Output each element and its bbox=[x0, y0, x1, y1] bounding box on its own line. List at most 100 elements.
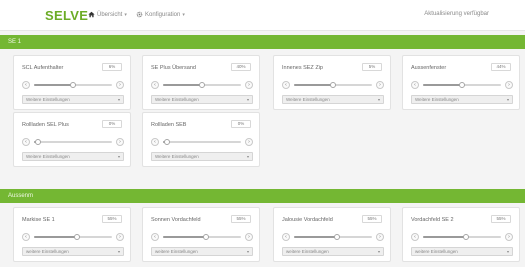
brand-logo[interactable]: SELVE bbox=[45, 8, 88, 23]
slider-fill bbox=[34, 236, 77, 238]
position-value-field[interactable]: 0% bbox=[102, 120, 122, 128]
increase-button[interactable]: › bbox=[505, 233, 513, 241]
increase-button[interactable]: › bbox=[505, 81, 513, 89]
slider-fill bbox=[34, 84, 73, 86]
slider-handle[interactable] bbox=[333, 234, 340, 240]
slider-handle[interactable] bbox=[34, 139, 41, 145]
slider-handle[interactable] bbox=[330, 82, 336, 88]
slider-handle[interactable] bbox=[70, 82, 76, 88]
position-slider[interactable]: ‹ › bbox=[411, 233, 513, 241]
position-slider[interactable]: ‹ › bbox=[151, 81, 253, 89]
device-card: Aussenfenster 44% ‹ › Weitere Einstellun… bbox=[402, 55, 520, 110]
settings-dropdown[interactable]: Weitere Einstellungen ▾ bbox=[282, 95, 384, 104]
settings-dropdown[interactable]: weitere Einstellungen ▾ bbox=[151, 247, 253, 256]
decrease-button[interactable]: ‹ bbox=[151, 138, 159, 146]
increase-button[interactable]: › bbox=[376, 233, 384, 241]
slider-track[interactable] bbox=[423, 234, 501, 240]
settings-dropdown-label: Weitere Einstellungen bbox=[415, 97, 459, 102]
position-value-field[interactable]: 55% bbox=[491, 215, 511, 223]
slider-handle[interactable] bbox=[199, 82, 205, 88]
position-value-field[interactable]: 6% bbox=[102, 63, 122, 71]
slider-track[interactable] bbox=[294, 82, 372, 88]
device-name: Markise SE 1 bbox=[22, 217, 55, 223]
device-card: Rollladen SEB 0% ‹ › Weitere Einstellung… bbox=[142, 112, 260, 167]
slider-track[interactable] bbox=[34, 82, 112, 88]
position-slider[interactable]: ‹ › bbox=[22, 81, 124, 89]
slider-fill bbox=[163, 236, 206, 238]
decrease-button[interactable]: ‹ bbox=[22, 233, 30, 241]
slider-handle[interactable] bbox=[73, 234, 80, 240]
position-value-field[interactable]: 44% bbox=[491, 63, 511, 71]
decrease-button[interactable]: ‹ bbox=[282, 233, 290, 241]
settings-dropdown-label: weitere Einstellungen bbox=[415, 249, 458, 254]
slider-fill bbox=[294, 236, 337, 238]
chevron-down-icon: ▾ bbox=[124, 11, 127, 18]
decrease-button[interactable]: ‹ bbox=[151, 233, 159, 241]
settings-dropdown[interactable]: weitere Einstellungen ▾ bbox=[411, 247, 513, 256]
device-card: Innenes SEZ Zip 5% ‹ › Weitere Einstellu… bbox=[273, 55, 391, 110]
settings-dropdown[interactable]: weitere Einstellungen ▾ bbox=[22, 247, 124, 256]
slider-handle[interactable] bbox=[462, 234, 469, 240]
settings-dropdown-label: Weitere Einstellungen bbox=[155, 97, 199, 102]
decrease-button[interactable]: ‹ bbox=[22, 138, 30, 146]
settings-dropdown[interactable]: weitere Einstellungen ▾ bbox=[282, 247, 384, 256]
position-slider[interactable]: ‹ › bbox=[282, 81, 384, 89]
increase-button[interactable]: › bbox=[245, 81, 253, 89]
settings-dropdown-label: weitere Einstellungen bbox=[26, 249, 69, 254]
position-slider[interactable]: ‹ › bbox=[411, 81, 513, 89]
nav-overview-label: Übersicht bbox=[97, 11, 123, 18]
slider-track[interactable] bbox=[423, 82, 501, 88]
device-name: Vordachfeld SE 2 bbox=[411, 217, 454, 223]
slider-track[interactable] bbox=[163, 139, 241, 145]
position-value-field[interactable]: 40% bbox=[231, 63, 251, 71]
increase-button[interactable]: › bbox=[245, 233, 253, 241]
settings-dropdown[interactable]: Weitere Einstellungen ▾ bbox=[411, 95, 513, 104]
decrease-button[interactable]: ‹ bbox=[282, 81, 290, 89]
nav-configuration[interactable]: Konfiguration ▾ bbox=[136, 11, 185, 18]
decrease-button[interactable]: ‹ bbox=[411, 81, 419, 89]
update-status[interactable]: Aktualisierung verfügbar bbox=[424, 11, 489, 17]
increase-button[interactable]: › bbox=[376, 81, 384, 89]
position-slider[interactable]: ‹ › bbox=[151, 138, 253, 146]
nav-configuration-label: Konfiguration bbox=[145, 11, 181, 18]
increase-button[interactable]: › bbox=[116, 138, 124, 146]
position-slider[interactable]: ‹ › bbox=[22, 138, 124, 146]
settings-dropdown-label: Weitere Einstellungen bbox=[155, 154, 199, 159]
settings-dropdown[interactable]: Weitere Einstellungen ▾ bbox=[22, 95, 124, 104]
slider-handle[interactable] bbox=[202, 234, 209, 240]
position-value-field[interactable]: 55% bbox=[231, 215, 251, 223]
settings-dropdown-label: weitere Einstellungen bbox=[286, 249, 329, 254]
chevron-down-icon: ▾ bbox=[377, 97, 380, 102]
position-slider[interactable]: ‹ › bbox=[22, 233, 124, 241]
decrease-button[interactable]: ‹ bbox=[411, 233, 419, 241]
decrease-button[interactable]: ‹ bbox=[151, 81, 159, 89]
slider-track[interactable] bbox=[34, 139, 112, 145]
slider-handle[interactable] bbox=[459, 82, 465, 88]
slider-handle[interactable] bbox=[163, 139, 170, 145]
position-slider[interactable]: ‹ › bbox=[151, 233, 253, 241]
position-value-field[interactable]: 5% bbox=[362, 63, 382, 71]
position-value-field[interactable]: 55% bbox=[102, 215, 122, 223]
settings-dropdown-label: Weitere Einstellungen bbox=[286, 97, 330, 102]
slider-track[interactable] bbox=[294, 234, 372, 240]
nav-overview[interactable]: Übersicht ▾ bbox=[88, 11, 127, 18]
slider-track[interactable] bbox=[163, 82, 241, 88]
slider-track[interactable] bbox=[163, 234, 241, 240]
settings-dropdown[interactable]: Weitere Einstellungen ▾ bbox=[22, 152, 124, 161]
chevron-down-icon: ▾ bbox=[117, 154, 120, 159]
settings-dropdown[interactable]: Weitere Einstellungen ▾ bbox=[151, 152, 253, 161]
device-name: Rollladen SEL Plus bbox=[22, 122, 69, 128]
increase-button[interactable]: › bbox=[116, 233, 124, 241]
position-value-field[interactable]: 55% bbox=[362, 215, 382, 223]
position-value-field[interactable]: 0% bbox=[231, 120, 251, 128]
position-slider[interactable]: ‹ › bbox=[282, 233, 384, 241]
increase-button[interactable]: › bbox=[116, 81, 124, 89]
settings-dropdown[interactable]: Weitere Einstellungen ▾ bbox=[151, 95, 253, 104]
slider-fill bbox=[294, 84, 333, 86]
section-header: Aussenm bbox=[0, 189, 525, 203]
slider-track[interactable] bbox=[34, 234, 112, 240]
device-card: Jalousie Vordachfeld 55% ‹ › weitere Ein… bbox=[273, 207, 391, 262]
increase-button[interactable]: › bbox=[245, 138, 253, 146]
chevron-down-icon: ▾ bbox=[117, 97, 120, 102]
decrease-button[interactable]: ‹ bbox=[22, 81, 30, 89]
